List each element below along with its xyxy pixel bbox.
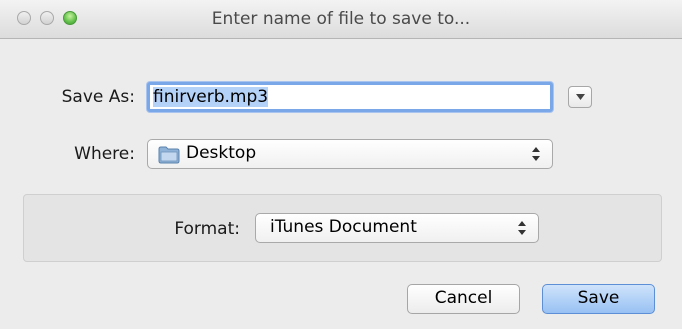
save-dialog: Enter name of file to save to... Save As…	[0, 0, 682, 329]
format-label: Format:	[174, 219, 240, 239]
save-button[interactable]: Save	[542, 284, 655, 314]
filename-input[interactable]: finirverb.mp3	[147, 82, 553, 112]
where-value: Desktop	[186, 143, 257, 163]
where-popup[interactable]: Desktop	[147, 139, 553, 169]
format-popup[interactable]: iTunes Document	[255, 213, 539, 243]
updown-arrows-icon	[518, 220, 526, 241]
where-label: Where:	[74, 144, 135, 164]
chevron-down-icon	[576, 94, 585, 100]
expand-dialog-button[interactable]	[568, 86, 592, 108]
format-value: iTunes Document	[270, 217, 417, 237]
updown-arrows-icon	[532, 146, 540, 167]
folder-icon	[158, 146, 180, 169]
title-bar[interactable]: Enter name of file to save to...	[0, 0, 682, 39]
save-as-label: Save As:	[61, 87, 135, 107]
cancel-button[interactable]: Cancel	[407, 284, 520, 314]
filename-selected-text: finirverb.mp3	[153, 87, 269, 107]
window-title: Enter name of file to save to...	[211, 9, 471, 29]
